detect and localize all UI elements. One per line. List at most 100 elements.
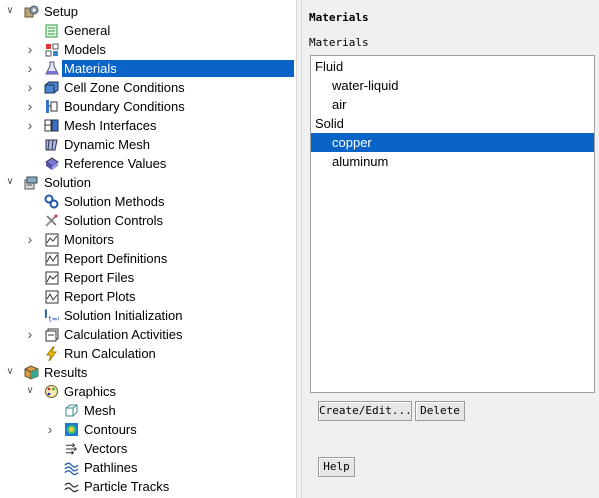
chevron-down-icon[interactable]: ∨ <box>4 4 16 18</box>
chevron-right-icon[interactable]: › <box>24 42 36 56</box>
tree-item-setup[interactable]: ∨ Setup <box>0 2 296 21</box>
boundary-icon <box>44 99 59 114</box>
chevron-right-icon[interactable]: › <box>24 99 36 113</box>
tree-item-label: Materials <box>62 60 294 77</box>
tree-item-cell-zone-conditions[interactable]: › Cell Zone Conditions <box>0 78 296 97</box>
chevron-right-icon[interactable]: › <box>24 118 36 132</box>
outline-tree: ∨ Setup General › Models › Materials › Cell Zone… <box>0 0 296 498</box>
tree-item-label: Dynamic Mesh <box>64 137 150 152</box>
tree-item-label: Mesh <box>84 403 116 418</box>
models-icon <box>44 42 59 57</box>
svg-text:t=0: t=0 <box>49 315 59 323</box>
tree-item-report-definitions[interactable]: Report Definitions <box>0 249 296 268</box>
mesh-icon <box>64 403 79 418</box>
tree-item-label: Monitors <box>64 232 114 247</box>
tree-item-label: Report Plots <box>64 289 136 304</box>
tree-item-boundary-conditions[interactable]: › Boundary Conditions <box>0 97 296 116</box>
material-list-item[interactable]: copper <box>311 133 594 152</box>
tree-item-pathlines[interactable]: Pathlines <box>0 458 296 477</box>
report-plots-icon <box>44 289 59 304</box>
tree-item-vectors[interactable]: Vectors <box>0 439 296 458</box>
tree-item-label: Results <box>44 365 88 380</box>
materials-list-label: Materials <box>309 36 369 49</box>
tree-item-label: Cell Zone Conditions <box>64 80 185 95</box>
tree-item-label: Models <box>64 42 106 57</box>
tree-item-mesh[interactable]: Mesh <box>0 401 296 420</box>
chevron-down-icon[interactable]: ∨ <box>4 175 16 189</box>
chevron-right-icon[interactable]: › <box>24 80 36 94</box>
particle-tracks-icon <box>64 479 79 494</box>
tree-item-label: Particle Tracks <box>84 479 170 494</box>
tree-item-solution[interactable]: ∨ Solution <box>0 173 296 192</box>
solution-initialization-icon: t=0 <box>44 308 59 323</box>
tree-item-label: Report Definitions <box>64 251 168 266</box>
dynamic-mesh-icon <box>44 137 59 152</box>
tree-item-reference-values[interactable]: Reference Values <box>0 154 296 173</box>
report-definitions-icon <box>44 251 59 266</box>
materials-icon <box>44 61 59 76</box>
reference-values-icon <box>44 156 59 171</box>
tree-item-calculation-activities[interactable]: › Calculation Activities <box>0 325 296 344</box>
tree-item-report-plots[interactable]: Report Plots <box>0 287 296 306</box>
tree-item-label: Solution Methods <box>64 194 165 209</box>
tree-item-label: Setup <box>44 4 78 19</box>
contours-icon <box>64 422 79 437</box>
tree-item-label: Graphics <box>64 384 117 399</box>
tree-item-report-files[interactable]: Report Files <box>0 268 296 287</box>
chevron-right-icon[interactable]: › <box>44 422 56 436</box>
tree-item-label: Contours <box>84 422 137 437</box>
tree-item-contours[interactable]: › Contours <box>0 420 296 439</box>
tree-item-label: Solution Initialization <box>64 308 183 323</box>
tree-item-models[interactable]: › Models <box>0 40 296 59</box>
material-group-header: Fluid <box>315 59 344 74</box>
tree-item-label: Vectors <box>84 441 128 456</box>
tree-item-label: Solution <box>44 175 91 190</box>
monitors-icon <box>44 232 59 247</box>
material-group-header: Solid <box>315 116 344 131</box>
tree-item-label: Boundary Conditions <box>64 99 185 114</box>
tree-item-run-calculation[interactable]: Run Calculation <box>0 344 296 363</box>
report-files-icon <box>44 270 59 285</box>
tree-item-results[interactable]: ∨ Results <box>0 363 296 382</box>
chevron-right-icon[interactable]: › <box>24 61 36 75</box>
tree-item-label: Calculation Activities <box>64 327 183 342</box>
panel-title: Materials <box>309 11 369 24</box>
tree-item-solution-initialization[interactable]: t=0 Solution Initialization <box>0 306 296 325</box>
tree-item-mesh-interfaces[interactable]: › Mesh Interfaces <box>0 116 296 135</box>
help-button[interactable]: Help <box>318 457 355 477</box>
chevron-right-icon[interactable]: › <box>24 232 36 246</box>
tree-item-label: Reference Values <box>64 156 167 171</box>
materials-list[interactable]: Fluid water-liquid air Solid copper aluminum <box>310 55 595 393</box>
material-list-item[interactable]: air <box>311 95 594 114</box>
materials-task-panel: Materials Materials Fluid water-liquid air… <box>302 0 599 498</box>
material-list-item[interactable]: aluminum <box>311 152 594 171</box>
tree-item-solution-controls[interactable]: Solution Controls <box>0 211 296 230</box>
delete-button[interactable]: Delete <box>415 401 465 421</box>
tree-item-general[interactable]: General <box>0 21 296 40</box>
chevron-right-icon[interactable]: › <box>24 327 36 341</box>
pathlines-icon <box>64 460 79 475</box>
tree-item-monitors[interactable]: › Monitors <box>0 230 296 249</box>
chevron-down-icon[interactable]: ∨ <box>24 384 36 398</box>
tree-item-label: Report Files <box>64 270 135 285</box>
tree-item-dynamic-mesh[interactable]: Dynamic Mesh <box>0 135 296 154</box>
run-calculation-icon <box>44 346 59 361</box>
tree-item-materials[interactable]: › Materials <box>0 59 296 78</box>
graphics-icon <box>44 384 59 399</box>
tree-item-solution-methods[interactable]: Solution Methods <box>0 192 296 211</box>
chevron-down-icon[interactable]: ∨ <box>4 365 16 379</box>
create-edit-button[interactable]: Create/Edit... <box>318 401 412 421</box>
tree-item-label: Run Calculation <box>64 346 156 361</box>
tree-item-particle-tracks[interactable]: Particle Tracks <box>0 477 296 496</box>
solution-controls-icon <box>44 213 59 228</box>
general-icon <box>44 23 59 38</box>
solution-methods-icon <box>44 194 59 209</box>
calculation-activities-icon <box>44 327 59 342</box>
results-icon <box>24 365 39 380</box>
tree-item-graphics[interactable]: ∨ Graphics <box>0 382 296 401</box>
vectors-icon <box>64 441 79 456</box>
tree-item-label: Mesh Interfaces <box>64 118 157 133</box>
material-list-item[interactable]: water-liquid <box>311 76 594 95</box>
mesh-interfaces-icon <box>44 118 59 133</box>
tree-item-label: Solution Controls <box>64 213 163 228</box>
